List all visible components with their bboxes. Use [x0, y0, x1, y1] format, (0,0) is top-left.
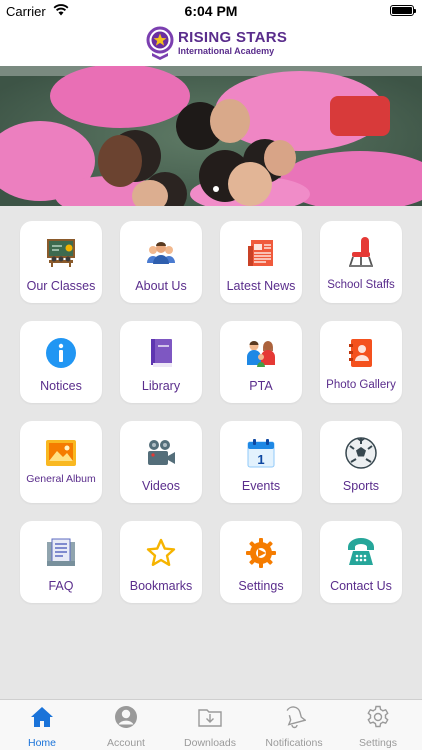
settings-button[interactable]: Settings — [220, 521, 302, 603]
settings-label: Settings — [238, 579, 284, 593]
school-logo: RISING STARS International Academy — [145, 26, 287, 60]
latest-news-button[interactable]: Latest News — [220, 221, 302, 303]
book-icon — [151, 339, 172, 367]
svg-text:1: 1 — [257, 452, 264, 467]
our-classes-button[interactable]: Our Classes — [20, 221, 102, 303]
photo-gallery-button[interactable]: Photo Gallery — [320, 321, 402, 403]
faq-label: FAQ — [48, 579, 74, 593]
chair-icon — [349, 237, 373, 267]
notices-label: Notices — [40, 379, 82, 393]
events-label: Events — [241, 479, 281, 493]
contact-book-icon — [349, 339, 372, 367]
tab-home[interactable]: Home — [0, 700, 84, 750]
videos-label: Videos — [142, 479, 180, 493]
tab-downloads[interactable]: Downloads — [168, 700, 252, 750]
bell-icon — [286, 706, 306, 729]
school-staffs-label: School Staffs — [327, 279, 395, 291]
logo-title: RISING STARS — [178, 28, 288, 46]
about-us-label: About Us — [135, 279, 187, 293]
downloads-icon — [198, 709, 222, 727]
clock: 6:04 PM — [184, 3, 238, 19]
sports-button[interactable]: Sports — [320, 421, 402, 503]
sports-label: Sports — [342, 479, 380, 493]
latest-news-label: Latest News — [226, 279, 296, 293]
general-album-button[interactable]: General Album — [20, 421, 102, 503]
people-group-icon — [147, 242, 175, 264]
contact-us-label: Contact Us — [330, 579, 392, 593]
logo-subtitle: International Academy — [178, 45, 275, 56]
tab-notifications[interactable]: Notifications — [252, 700, 336, 750]
account-icon — [115, 706, 137, 728]
tab-settings[interactable]: Settings — [336, 700, 420, 750]
family-icon — [247, 341, 275, 367]
tab-notifications-label: Notifications — [265, 737, 323, 749]
image-icon — [46, 440, 76, 466]
photo-gallery-label: Photo Gallery — [326, 379, 396, 391]
notices-button[interactable]: Notices — [20, 321, 102, 403]
newspaper-icon — [248, 240, 273, 266]
videos-button[interactable]: Videos — [120, 421, 202, 503]
tab-account[interactable]: Account — [84, 700, 168, 750]
battery-icon — [390, 5, 416, 16]
classroom-icon — [47, 239, 75, 267]
telephone-icon — [348, 538, 374, 565]
tab-bar: Home Account Downloads Notifications Set… — [0, 699, 422, 750]
banner-photo — [0, 66, 422, 206]
gear-icon — [367, 705, 389, 728]
app-header: RISING STARS International Academy — [0, 22, 422, 66]
bookmarks-button[interactable]: Bookmarks — [120, 521, 202, 603]
home-icon — [31, 707, 53, 727]
tab-downloads-label: Downloads — [184, 737, 236, 749]
star-icon — [146, 538, 176, 566]
faq-button[interactable]: FAQ — [20, 521, 102, 603]
events-button[interactable]: 1 Events — [220, 421, 302, 503]
tab-settings-label: Settings — [359, 737, 397, 749]
general-album-label: General Album — [26, 473, 96, 485]
star-badge-icon — [146, 26, 174, 60]
about-us-button[interactable]: About Us — [120, 221, 202, 303]
our-classes-label: Our Classes — [26, 279, 96, 293]
tab-account-label: Account — [107, 737, 145, 749]
soccer-ball-icon — [345, 437, 377, 469]
tab-home-label: Home — [27, 737, 56, 749]
pta-button[interactable]: PTA — [220, 321, 302, 403]
gear-icon — [246, 538, 276, 568]
bookmarks-label: Bookmarks — [129, 579, 193, 593]
calendar-icon: 1 — [247, 439, 275, 468]
info-icon — [46, 338, 76, 368]
library-label: Library — [141, 379, 181, 393]
video-camera-icon — [148, 440, 175, 465]
pta-label: PTA — [249, 379, 273, 393]
status-bar: Carrier 6:04 PM — [0, 0, 422, 22]
document-icon — [47, 538, 75, 566]
library-button[interactable]: Library — [120, 321, 202, 403]
school-staffs-button[interactable]: School Staffs — [320, 221, 402, 303]
contact-us-button[interactable]: Contact Us — [320, 521, 402, 603]
